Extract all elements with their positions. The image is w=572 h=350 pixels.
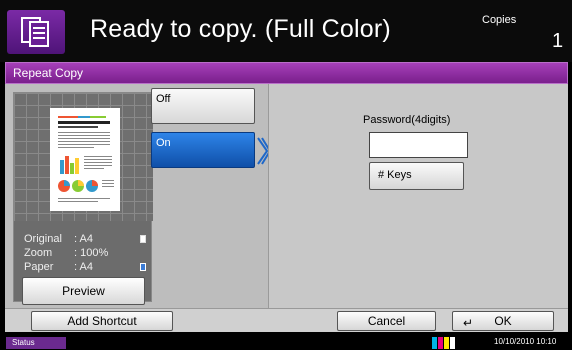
zoom-label: Zoom — [24, 247, 53, 259]
paper-label: Paper — [24, 261, 54, 273]
password-input[interactable] — [369, 132, 468, 158]
header: Ready to copy. (Full Color) Copies 1 — [0, 0, 572, 62]
original-value: : A4 — [74, 233, 93, 245]
main-content: Original : A4 Zoom : 100% Paper : A4 Pre… — [5, 84, 568, 308]
document-thumbnail — [50, 108, 120, 211]
zoom-value: : 100% — [74, 247, 109, 259]
toner-icon — [432, 337, 455, 349]
screen-title-bar: Repeat Copy — [5, 62, 568, 84]
enter-icon: ↵ — [463, 316, 474, 330]
password-panel: Password(4digits) # Keys — [268, 84, 568, 308]
keys-button[interactable]: # Keys — [369, 162, 464, 190]
zoom-row: Zoom : 100% — [14, 247, 153, 261]
copy-icon — [7, 10, 65, 54]
action-bar: Add Shortcut Cancel ↵ OK — [5, 308, 568, 332]
original-label: Original — [24, 233, 62, 245]
preview-panel: Original : A4 Zoom : 100% Paper : A4 Pre… — [13, 92, 153, 305]
status-message: Ready to copy. (Full Color) — [90, 15, 391, 43]
date-time: 10/10/2010 10:10 — [494, 337, 557, 346]
status-button[interactable]: Status — [6, 337, 66, 349]
cancel-button[interactable]: Cancel — [337, 311, 436, 331]
password-label: Password(4digits) — [363, 114, 451, 126]
off-button[interactable]: Off — [151, 88, 255, 124]
copies-count: 1 — [552, 30, 564, 52]
ok-label: OK — [494, 314, 512, 328]
paper-tray-icon — [140, 263, 146, 271]
preview-grid — [14, 93, 153, 221]
paper-row: Paper : A4 — [14, 261, 153, 275]
original-row: Original : A4 — [14, 233, 153, 247]
ok-button[interactable]: ↵ OK — [452, 311, 554, 331]
screen-title: Repeat Copy — [13, 66, 84, 80]
paper-value: : A4 — [74, 261, 93, 273]
copies-label: Copies — [482, 14, 517, 26]
status-bar: Status 10/10/2010 10:10 — [0, 334, 572, 350]
paper-icon — [140, 235, 146, 243]
preview-button[interactable]: Preview — [22, 277, 145, 305]
on-button[interactable]: On — [151, 132, 255, 168]
add-shortcut-button[interactable]: Add Shortcut — [31, 311, 173, 331]
